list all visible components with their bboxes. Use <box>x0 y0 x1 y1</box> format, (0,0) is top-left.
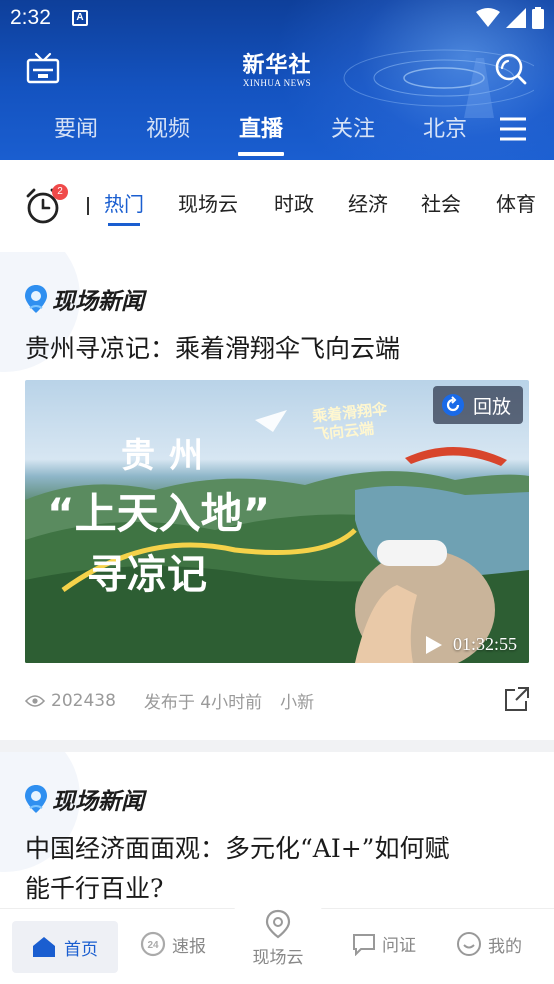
search-icon <box>495 53 527 85</box>
battery-icon <box>532 7 544 29</box>
video-thumbnail[interactable]: 贵州 “上天入地” 寻凉记 乘着滑翔伞 飞向云端 回放 01:32:55 <box>25 380 529 663</box>
smile-icon <box>457 932 481 956</box>
nav-home-label: 首页 <box>64 939 98 960</box>
eye-icon <box>25 694 45 707</box>
share-icon <box>505 687 529 711</box>
category-xianchangyun[interactable]: 现场云 <box>178 190 238 218</box>
status-time: 2:32 <box>10 6 51 29</box>
search-button[interactable] <box>492 50 530 88</box>
publish-time: 发布于 4小时前 <box>143 693 263 713</box>
notification-icon: A <box>72 10 88 26</box>
logo-en: XINHUA NEWS <box>242 78 312 88</box>
tab-follow[interactable]: 关注 <box>323 110 383 154</box>
replay-label: 回放 <box>472 395 511 418</box>
location-pin-icon <box>25 285 47 313</box>
card-meta: 202438 发布于 4小时前 小新 <box>25 688 314 713</box>
live-card[interactable]: 现场新闻 贵州寻凉记：乘着滑翔伞飞向云端 贵州 “上天入地” 寻凉记 乘着滑翔伞… <box>0 252 554 740</box>
share-button[interactable] <box>504 686 530 716</box>
nav-ask-label: 问证 <box>382 936 416 956</box>
nav-flash-label: 速报 <box>172 936 206 957</box>
tab-live[interactable]: 直播 <box>231 110 291 154</box>
tab-news[interactable]: 要闻 <box>46 110 106 154</box>
location-icon <box>265 909 291 939</box>
svg-text:24: 24 <box>147 940 159 951</box>
nav-mine-label: 我的 <box>488 936 522 957</box>
replay-badge[interactable]: 回放 <box>432 386 523 424</box>
video-duration: 01:32:55 <box>425 634 517 655</box>
subnav-divider <box>87 197 89 215</box>
view-count: 202438 <box>51 690 116 711</box>
nav-mine[interactable]: 我的 <box>456 931 522 957</box>
video-overlay-line2: “上天入地” <box>47 489 271 538</box>
brand-text: 现场新闻 <box>52 788 144 815</box>
status-bar: 2:32 A <box>0 0 554 36</box>
nav-home[interactable]: 首页 <box>12 921 118 973</box>
category-hot[interactable]: 热门 <box>104 190 144 226</box>
header: 2:32 A 新华社 XINHUA NEWS 要闻 视频 直播 关注 北京 <box>0 0 554 160</box>
channel-tabs: 要闻 视频 直播 关注 北京 <box>0 110 554 160</box>
tab-beijing[interactable]: 北京 <box>415 110 475 154</box>
category-economy[interactable]: 经济 <box>348 190 388 218</box>
wifi-icon <box>476 8 500 27</box>
category-politics[interactable]: 时政 <box>274 190 314 218</box>
flash-24-icon: 24 <box>140 931 166 957</box>
tab-video[interactable]: 视频 <box>138 110 198 154</box>
card-title-line2[interactable]: 能千行百业? <box>25 868 163 910</box>
replay-icon <box>441 394 464 416</box>
signal-icon <box>506 8 526 28</box>
app-root: 2:32 A 新华社 XINHUA NEWS 要闻 视频 直播 关注 北京 热门… <box>0 0 554 984</box>
logo-cn: 新华社 <box>242 52 312 78</box>
play-icon[interactable] <box>425 635 443 655</box>
author: 小新 <box>280 693 315 713</box>
chat-icon <box>353 933 375 956</box>
video-overlay-line3: 寻凉记 <box>87 552 207 598</box>
xinhua-logo: 新华社 XINHUA NEWS <box>236 52 318 96</box>
category-society[interactable]: 社会 <box>421 190 461 218</box>
category-sports[interactable]: 体育 <box>496 190 536 218</box>
video-overlay-line1: 贵州 <box>121 436 217 476</box>
status-icons <box>476 7 544 29</box>
nav-live[interactable]: 现场云 <box>227 885 329 984</box>
tv-button[interactable] <box>24 50 62 86</box>
notification-badge: 2 <box>52 184 68 200</box>
menu-button[interactable] <box>496 112 530 146</box>
bottom-nav: 现场云 首页 24 速报 问证 我的 <box>0 885 554 984</box>
sub-category-bar: 热门 现场云 时政 经济 社会 体育 <box>0 160 554 252</box>
home-icon <box>33 937 55 957</box>
location-pin-icon <box>25 785 47 813</box>
menu-icon <box>500 117 526 141</box>
card-title[interactable]: 贵州寻凉记：乘着滑翔伞飞向云端 <box>25 328 400 370</box>
brand-label: 现场新闻 <box>24 782 144 816</box>
nav-live-label: 现场云 <box>252 948 304 968</box>
brand-label: 现场新闻 <box>24 282 144 316</box>
nav-flash[interactable]: 24 速报 <box>140 931 206 957</box>
card-title-line1[interactable]: 中国经济面面观：多元化“AI+”如何赋 <box>25 828 449 870</box>
duration-text: 01:32:55 <box>452 634 517 654</box>
brand-text: 现场新闻 <box>52 288 144 315</box>
tv-icon <box>26 52 60 84</box>
nav-ask[interactable]: 问证 <box>352 931 416 956</box>
